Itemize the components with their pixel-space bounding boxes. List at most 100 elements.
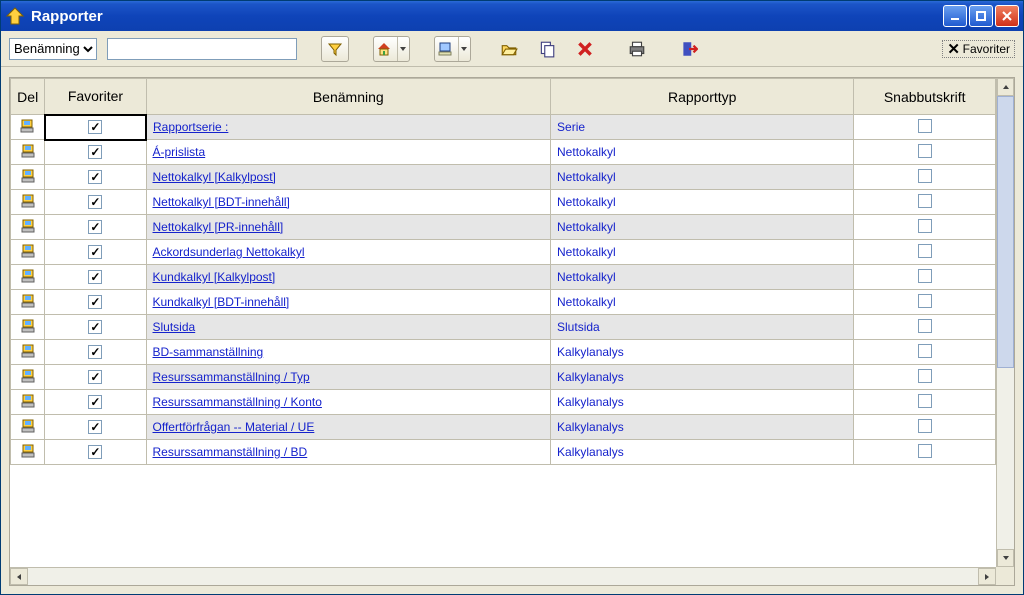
- favorite-checkbox[interactable]: [45, 440, 146, 465]
- quickprint-checkbox[interactable]: [854, 415, 996, 440]
- computer-button[interactable]: [434, 36, 471, 62]
- col-benamning[interactable]: Benämning: [146, 79, 551, 115]
- favorite-checkbox[interactable]: [45, 315, 146, 340]
- report-name[interactable]: Offertförfrågan -- Material / UE: [153, 420, 315, 434]
- quickprint-checkbox[interactable]: [854, 240, 996, 265]
- col-favoriter[interactable]: Favoriter: [45, 79, 146, 115]
- table-row[interactable]: Á-prislistaNettokalkyl: [11, 140, 996, 165]
- report-name-cell[interactable]: Rapportserie :: [146, 115, 551, 140]
- report-name[interactable]: Slutsida: [153, 320, 196, 334]
- report-name-cell[interactable]: BD-sammanställning: [146, 340, 551, 365]
- report-name[interactable]: Á-prislista: [153, 145, 206, 159]
- report-name-cell[interactable]: Ackordsunderlag Nettokalkyl: [146, 240, 551, 265]
- table-row[interactable]: Nettokalkyl [Kalkylpost]Nettokalkyl: [11, 165, 996, 190]
- quickprint-checkbox[interactable]: [854, 215, 996, 240]
- quickprint-checkbox[interactable]: [854, 390, 996, 415]
- report-name[interactable]: Ackordsunderlag Nettokalkyl: [153, 245, 305, 259]
- report-name[interactable]: Resurssammanställning / Konto: [153, 395, 322, 409]
- scroll-track[interactable]: [997, 96, 1014, 549]
- report-name-cell[interactable]: Á-prislista: [146, 140, 551, 165]
- favorite-checkbox[interactable]: [45, 190, 146, 215]
- report-name-cell[interactable]: Kundkalkyl [Kalkylpost]: [146, 265, 551, 290]
- search-input[interactable]: [107, 38, 297, 60]
- report-name-cell[interactable]: Slutsida: [146, 315, 551, 340]
- col-rapporttyp[interactable]: Rapporttyp: [551, 79, 854, 115]
- filter-field-select[interactable]: Benämning: [9, 38, 97, 60]
- scroll-thumb[interactable]: [997, 96, 1014, 368]
- report-name[interactable]: Nettokalkyl [BDT-innehåll]: [153, 195, 290, 209]
- report-name[interactable]: Resurssammanställning / Typ: [153, 370, 310, 384]
- report-name[interactable]: Nettokalkyl [PR-innehåll]: [153, 220, 284, 234]
- filter-button[interactable]: [321, 36, 349, 62]
- report-name-cell[interactable]: Resurssammanställning / Konto: [146, 390, 551, 415]
- quickprint-checkbox[interactable]: [854, 365, 996, 390]
- close-button[interactable]: [995, 5, 1019, 27]
- table-row[interactable]: Nettokalkyl [BDT-innehåll]Nettokalkyl: [11, 190, 996, 215]
- quickprint-checkbox[interactable]: [854, 265, 996, 290]
- table-row[interactable]: Resurssammanställning / KontoKalkylanaly…: [11, 390, 996, 415]
- quickprint-checkbox[interactable]: [854, 340, 996, 365]
- vertical-scrollbar[interactable]: [996, 78, 1014, 567]
- scroll-up-button[interactable]: [997, 78, 1014, 96]
- report-name-cell[interactable]: Offertförfrågan -- Material / UE: [146, 415, 551, 440]
- favorite-checkbox[interactable]: [45, 165, 146, 190]
- report-name[interactable]: BD-sammanställning: [153, 345, 264, 359]
- favorite-checkbox[interactable]: [45, 340, 146, 365]
- table-row[interactable]: Kundkalkyl [Kalkylpost]Nettokalkyl: [11, 265, 996, 290]
- quickprint-checkbox[interactable]: [854, 190, 996, 215]
- scroll-down-button[interactable]: [997, 549, 1014, 567]
- table-row[interactable]: SlutsidaSlutsida: [11, 315, 996, 340]
- chevron-down-icon[interactable]: [397, 37, 407, 61]
- delete-button[interactable]: [571, 36, 599, 62]
- favorite-checkbox[interactable]: [45, 240, 146, 265]
- quickprint-checkbox[interactable]: [854, 315, 996, 340]
- report-name-cell[interactable]: Nettokalkyl [BDT-innehåll]: [146, 190, 551, 215]
- report-name-cell[interactable]: Nettokalkyl [PR-innehåll]: [146, 215, 551, 240]
- report-name[interactable]: Resurssammanställning / BD: [153, 445, 308, 459]
- quickprint-checkbox[interactable]: [854, 165, 996, 190]
- home-button[interactable]: [373, 36, 410, 62]
- report-name[interactable]: Rapportserie :: [153, 120, 228, 134]
- scroll-right-button[interactable]: [978, 568, 996, 585]
- table-row[interactable]: BD-sammanställningKalkylanalys: [11, 340, 996, 365]
- report-name-cell[interactable]: Nettokalkyl [Kalkylpost]: [146, 165, 551, 190]
- minimize-button[interactable]: [943, 5, 967, 27]
- favoriter-toggle[interactable]: ✕ Favoriter: [942, 40, 1015, 58]
- table-row[interactable]: Kundkalkyl [BDT-innehåll]Nettokalkyl: [11, 290, 996, 315]
- scroll-left-button[interactable]: [10, 568, 28, 585]
- table-row[interactable]: Resurssammanställning / BDKalkylanalys: [11, 440, 996, 465]
- table-row[interactable]: Offertförfrågan -- Material / UEKalkylan…: [11, 415, 996, 440]
- chevron-down-icon[interactable]: [458, 37, 468, 61]
- col-del[interactable]: Del: [11, 79, 45, 115]
- report-name-cell[interactable]: Resurssammanställning / BD: [146, 440, 551, 465]
- favorite-checkbox[interactable]: [45, 415, 146, 440]
- table-row[interactable]: Rapportserie :Serie: [11, 115, 996, 140]
- scroll-track-h[interactable]: [28, 568, 978, 585]
- horizontal-scrollbar[interactable]: [10, 567, 996, 585]
- favorite-checkbox[interactable]: [45, 390, 146, 415]
- favorite-checkbox[interactable]: [45, 365, 146, 390]
- table-row[interactable]: Resurssammanställning / TypKalkylanalys: [11, 365, 996, 390]
- favorite-checkbox[interactable]: [45, 290, 146, 315]
- favorite-checkbox[interactable]: [45, 215, 146, 240]
- report-name[interactable]: Nettokalkyl [Kalkylpost]: [153, 170, 276, 184]
- table-row[interactable]: Ackordsunderlag NettokalkylNettokalkyl: [11, 240, 996, 265]
- quickprint-checkbox[interactable]: [854, 140, 996, 165]
- print-button[interactable]: [623, 36, 651, 62]
- maximize-button[interactable]: [969, 5, 993, 27]
- report-name[interactable]: Kundkalkyl [Kalkylpost]: [153, 270, 276, 284]
- report-name-cell[interactable]: Resurssammanställning / Typ: [146, 365, 551, 390]
- col-snabbutskrift[interactable]: Snabbutskrift: [854, 79, 996, 115]
- quickprint-checkbox[interactable]: [854, 440, 996, 465]
- filter-field-dropdown[interactable]: Benämning: [9, 38, 97, 60]
- quickprint-checkbox[interactable]: [854, 115, 996, 140]
- report-name[interactable]: Kundkalkyl [BDT-innehåll]: [153, 295, 290, 309]
- favorite-checkbox[interactable]: [45, 140, 146, 165]
- favorite-checkbox[interactable]: [45, 265, 146, 290]
- exit-button[interactable]: [675, 36, 703, 62]
- report-name-cell[interactable]: Kundkalkyl [BDT-innehåll]: [146, 290, 551, 315]
- table-row[interactable]: Nettokalkyl [PR-innehåll]Nettokalkyl: [11, 215, 996, 240]
- open-button[interactable]: [495, 36, 523, 62]
- favorite-checkbox[interactable]: [45, 115, 146, 140]
- quickprint-checkbox[interactable]: [854, 290, 996, 315]
